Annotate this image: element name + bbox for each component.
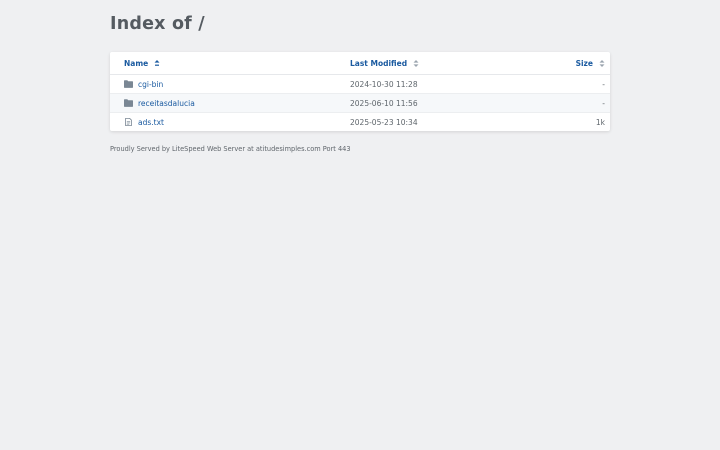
name-column-header: Name <box>124 52 160 74</box>
last-modified-column-header: Last Modified <box>350 52 419 74</box>
table-row: ads.txt 2025-05-23 10:34 1k <box>110 112 610 131</box>
modified-cell: 2025-05-23 10:34 <box>350 117 418 127</box>
entry-link[interactable]: receitasdalucia <box>138 99 195 108</box>
file-icon <box>124 118 133 126</box>
size-cell: - <box>602 79 605 89</box>
modified-cell: 2025-06-10 11:56 <box>350 98 418 108</box>
sort-by-size-link[interactable]: Size <box>576 59 593 68</box>
sort-by-name-link[interactable]: Name <box>124 59 148 68</box>
sort-icon[interactable] <box>154 59 160 67</box>
table-row: receitasdalucia 2025-06-10 11:56 - <box>110 93 610 112</box>
sort-by-modified-link[interactable]: Last Modified <box>350 59 407 68</box>
table-row: cgi-bin 2024-10-30 11:28 - <box>110 75 610 93</box>
modified-cell: 2024-10-30 11:28 <box>350 79 418 89</box>
folder-icon <box>124 80 133 88</box>
name-cell: cgi-bin <box>124 75 163 93</box>
page-title: Index of / <box>110 14 205 34</box>
name-cell: ads.txt <box>124 113 164 131</box>
size-cell: 1k <box>595 117 605 127</box>
table-header: Name Last Modified Size <box>110 52 610 75</box>
name-cell: receitasdalucia <box>124 94 195 112</box>
page: Index of / Name Last Modified Size cgi-b… <box>0 0 720 450</box>
size-cell: - <box>602 98 605 108</box>
directory-table: Name Last Modified Size cgi-bin 2024-10-… <box>110 52 610 131</box>
size-column-header: Size <box>576 52 605 74</box>
server-footer: Proudly Served by LiteSpeed Web Server a… <box>110 145 351 153</box>
folder-icon <box>124 99 133 107</box>
sort-icon[interactable] <box>599 59 605 67</box>
entry-link[interactable]: cgi-bin <box>138 80 163 89</box>
entry-link[interactable]: ads.txt <box>138 118 164 127</box>
sort-icon[interactable] <box>413 59 419 67</box>
